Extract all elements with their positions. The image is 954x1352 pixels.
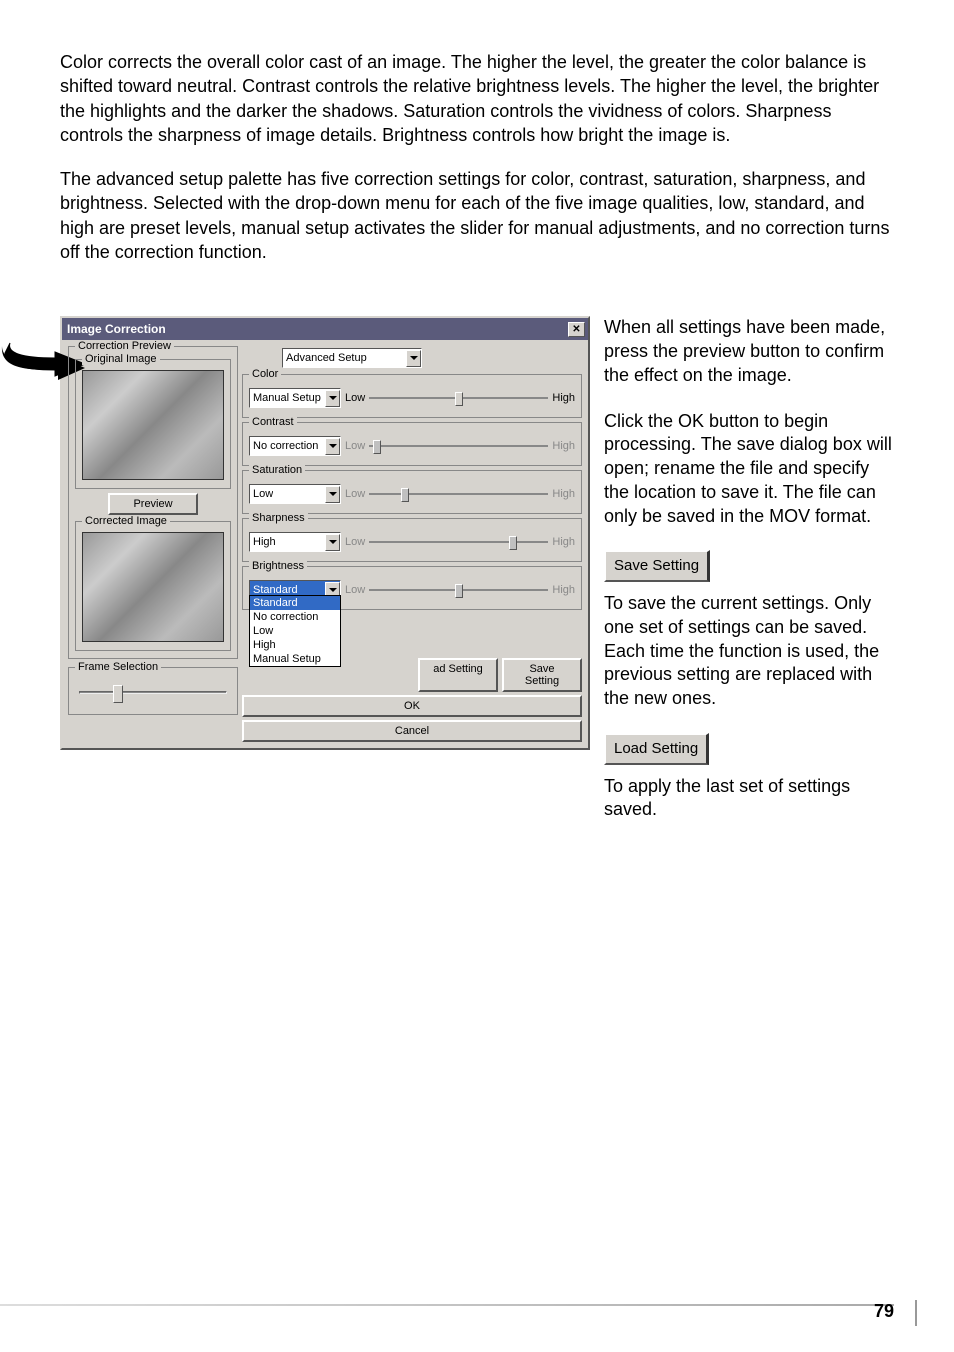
body-paragraph-1: Color corrects the overall color cast of… xyxy=(60,50,894,147)
brightness-high-label: High xyxy=(552,584,575,596)
brightness-option[interactable]: Standard xyxy=(250,596,340,610)
chevron-down-icon xyxy=(325,534,340,551)
footer-tick xyxy=(915,1300,917,1326)
image-correction-dialog: Image Correction ✕ Correction Preview Or… xyxy=(60,316,590,750)
brightness-slider xyxy=(369,580,548,600)
color-combo-value: Manual Setup xyxy=(253,392,321,404)
sharpness-legend: Sharpness xyxy=(249,512,308,524)
correction-preview-legend: Correction Preview xyxy=(75,340,174,352)
saturation-slider xyxy=(369,484,548,504)
sharpness-low-label: Low xyxy=(345,536,365,548)
color-high-label: High xyxy=(552,392,575,404)
saturation-legend: Saturation xyxy=(249,464,305,476)
close-icon: ✕ xyxy=(572,324,580,335)
original-image-preview xyxy=(82,370,224,480)
corrected-image-legend: Corrected Image xyxy=(82,515,170,527)
brightness-option[interactable]: No correction xyxy=(250,610,340,624)
sharpness-high-label: High xyxy=(552,536,575,548)
preview-button[interactable]: Preview xyxy=(108,493,198,515)
brightness-option[interactable]: Manual Setup xyxy=(250,652,340,666)
sharpness-slider xyxy=(369,532,548,552)
side-text-2: Click the OK button to begin processing.… xyxy=(604,410,894,529)
cancel-button[interactable]: Cancel xyxy=(242,720,582,742)
load-setting-button[interactable]: ad Setting xyxy=(418,658,498,692)
chevron-down-icon xyxy=(325,390,340,407)
brightness-option[interactable]: Low xyxy=(250,624,340,638)
contrast-low-label: Low xyxy=(345,440,365,452)
sharpness-combo[interactable]: High xyxy=(249,532,341,552)
brightness-option[interactable]: High xyxy=(250,638,340,652)
save-setting-illustration: Save Setting xyxy=(604,550,710,582)
side-text-1: When all settings have been made, press … xyxy=(604,316,894,387)
color-combo[interactable]: Manual Setup xyxy=(249,388,341,408)
saturation-low-label: Low xyxy=(345,488,365,500)
saturation-combo[interactable]: Low xyxy=(249,484,341,504)
saturation-high-label: High xyxy=(552,488,575,500)
color-low-label: Low xyxy=(345,392,365,404)
dialog-titlebar[interactable]: Image Correction ✕ xyxy=(62,318,588,340)
original-image-legend: Original Image xyxy=(82,353,160,365)
sharpness-combo-value: High xyxy=(253,536,276,548)
load-setting-illustration: Load Setting xyxy=(604,733,709,765)
setup-mode-value: Advanced Setup xyxy=(286,352,367,364)
footer-rule xyxy=(0,1304,894,1306)
setup-mode-combo[interactable]: Advanced Setup xyxy=(282,348,422,368)
color-legend: Color xyxy=(249,368,281,380)
dialog-title: Image Correction xyxy=(67,322,166,336)
brightness-dropdown[interactable]: Standard No correction Low High Manual S… xyxy=(249,595,341,667)
contrast-high-label: High xyxy=(552,440,575,452)
body-paragraph-2: The advanced setup palette has five corr… xyxy=(60,167,894,264)
close-button[interactable]: ✕ xyxy=(568,322,585,337)
save-setting-button[interactable]: Save Setting xyxy=(502,658,582,692)
brightness-low-label: Low xyxy=(345,584,365,596)
frame-selection-slider[interactable] xyxy=(75,682,231,706)
contrast-slider xyxy=(369,436,548,456)
chevron-down-icon xyxy=(325,438,340,455)
page-number: 79 xyxy=(874,1301,894,1322)
side-text-3: To save the current settings. Only one s… xyxy=(604,592,894,711)
brightness-legend: Brightness xyxy=(249,560,307,572)
contrast-legend: Contrast xyxy=(249,416,297,428)
chevron-down-icon xyxy=(325,486,340,503)
corrected-image-preview xyxy=(82,532,224,642)
saturation-combo-value: Low xyxy=(253,488,273,500)
color-slider[interactable] xyxy=(369,388,548,408)
contrast-combo[interactable]: No correction xyxy=(249,436,341,456)
contrast-combo-value: No correction xyxy=(253,440,318,452)
frame-selection-legend: Frame Selection xyxy=(75,661,161,673)
chevron-down-icon xyxy=(406,350,421,367)
side-text-4: To apply the last set of settings saved. xyxy=(604,775,894,823)
ok-button[interactable]: OK xyxy=(242,695,582,717)
